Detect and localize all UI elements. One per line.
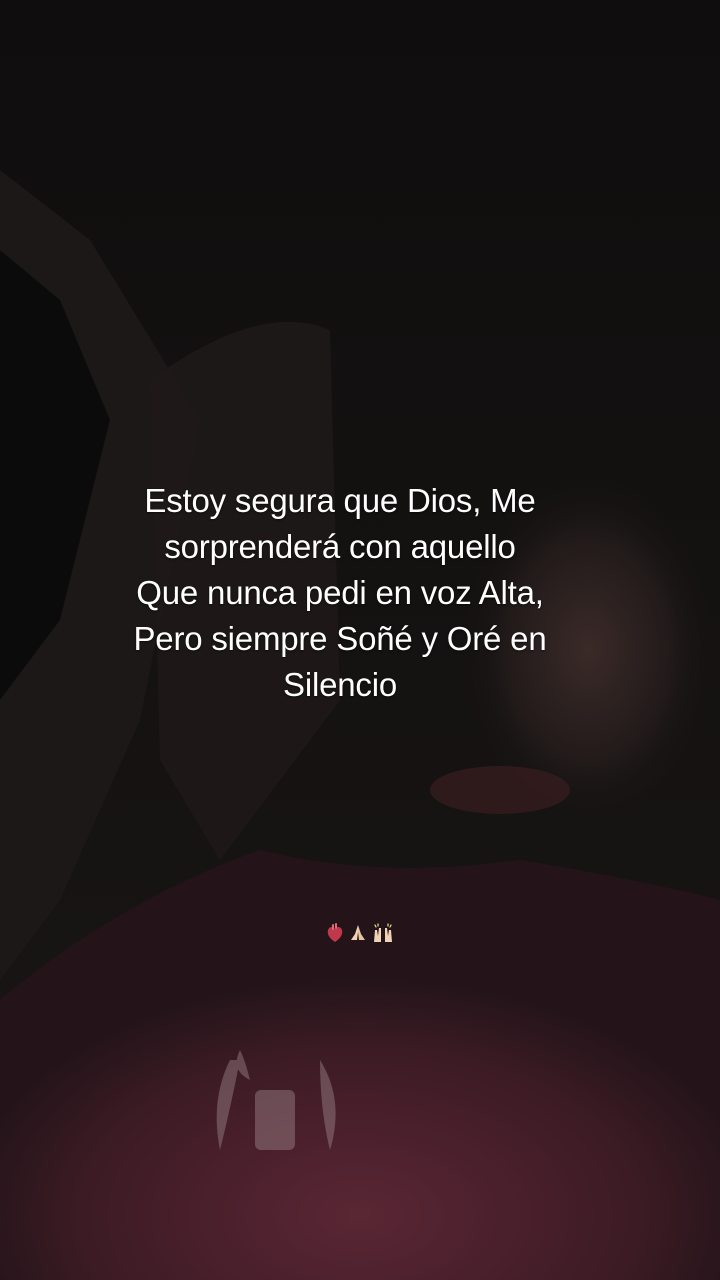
raised-hands-icon [374, 923, 392, 942]
caption-line: Silencio [283, 666, 397, 703]
caption-line: Que nunca pedi en voz Alta, [136, 574, 544, 611]
video-frame: Estoy segura que Dios, Me sorprenderá co… [0, 0, 720, 1280]
caption-line: sorprenderá con aquello [164, 528, 516, 565]
anatomical-heart-icon [327, 923, 343, 942]
caption-line: Pero siempre Soñé y Oré en [133, 620, 547, 657]
caption-text: Estoy segura que Dios, Me sorprenderá co… [40, 478, 640, 708]
folded-hands-icon [351, 925, 365, 940]
caption-line: Estoy segura que Dios, Me [144, 482, 536, 519]
emoji-row [320, 920, 400, 946]
